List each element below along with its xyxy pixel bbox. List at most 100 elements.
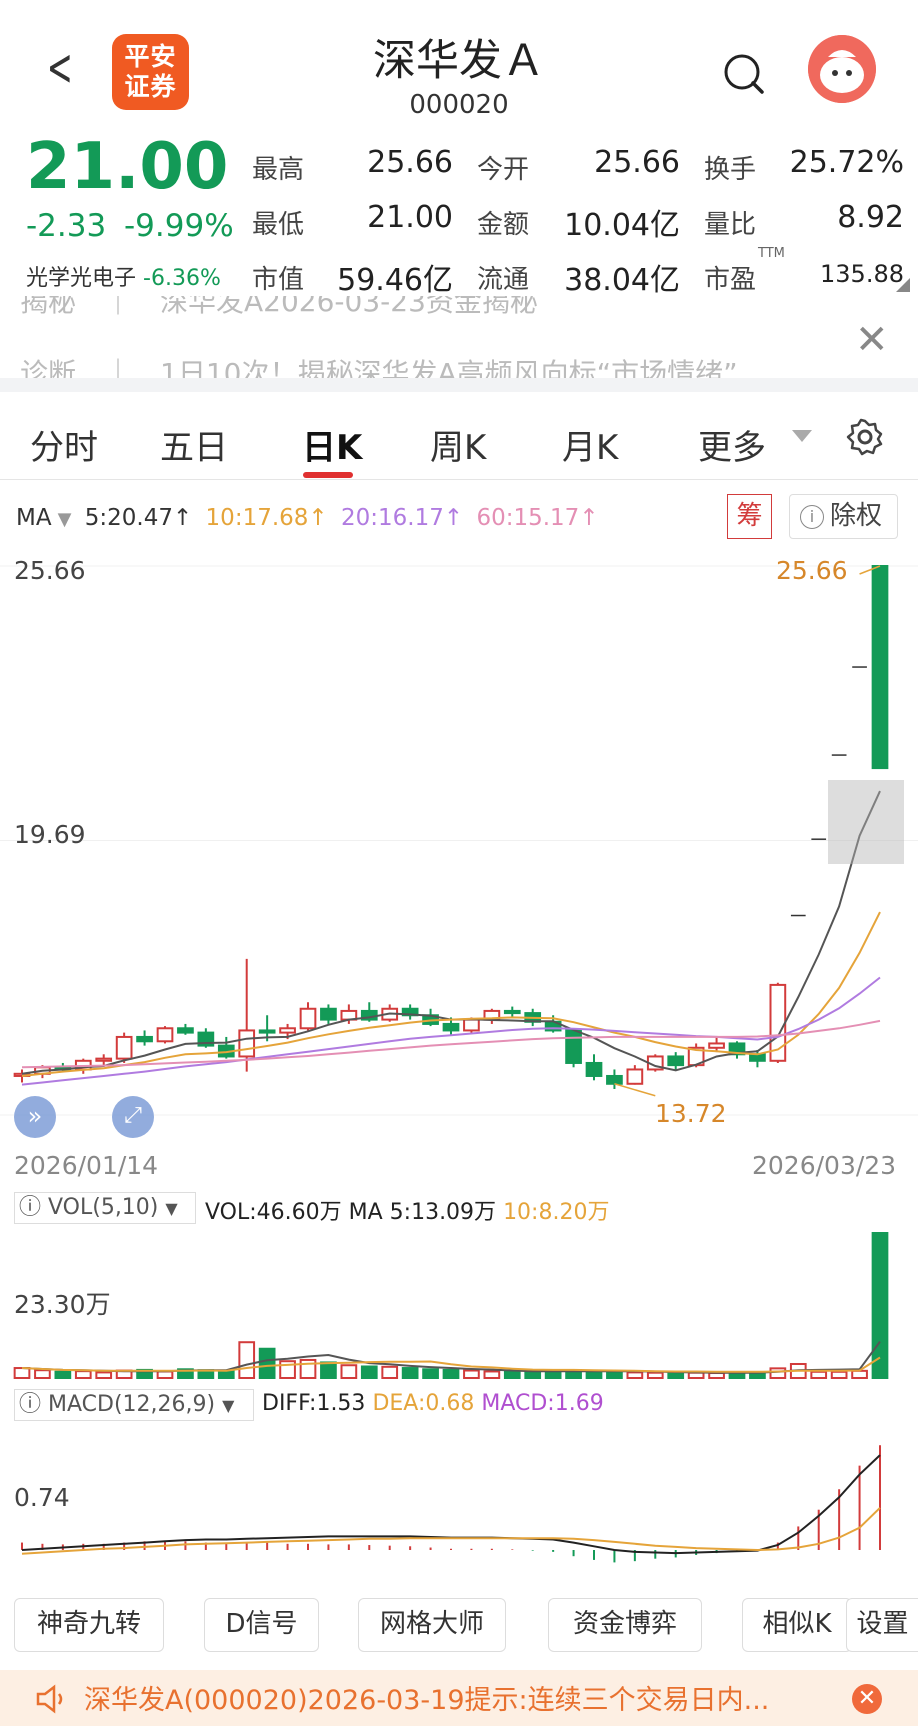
macd-indicator-select[interactable]: ⓘ MACD(12,26,9) ▼: [14, 1389, 254, 1421]
volume-bar: [667, 1372, 685, 1380]
gear-icon[interactable]: [846, 418, 884, 456]
expand-corner-icon[interactable]: [896, 278, 910, 292]
volume-bar: [830, 1370, 848, 1379]
candle-body: [606, 1074, 623, 1085]
ma60-value: 60:15.17↑: [476, 505, 599, 531]
price-change: -2.33: [26, 208, 107, 244]
close-icon[interactable]: ✕: [852, 1684, 882, 1714]
vol-ma10: 10:8.20万: [503, 1200, 610, 1225]
tab-five-day[interactable]: 五日: [160, 420, 228, 469]
app-header: < 平安 证券 深华发Ａ 000020: [0, 0, 918, 128]
macd-value: MACD:1.69: [481, 1391, 604, 1416]
settings-button[interactable]: 设置: [846, 1598, 918, 1652]
volume-bar: [810, 1370, 828, 1379]
volume-bar: [340, 1364, 358, 1380]
high-price-marker: 25.66: [776, 556, 848, 585]
ma-label[interactable]: MA: [16, 505, 52, 531]
section-divider: [0, 378, 918, 392]
info-icon: i: [800, 505, 824, 529]
last-price: 21.00: [26, 130, 229, 204]
grid-master-button[interactable]: 网格大师: [358, 1598, 506, 1652]
candle-body: [871, 565, 889, 770]
quote-value-float: 38.04亿: [564, 263, 680, 298]
ma20-value: 20:16.17↑: [341, 505, 464, 531]
quote-label-amount: 金额: [477, 210, 530, 240]
price-axis-mid: 19.69: [14, 820, 86, 849]
candle-body: [667, 1055, 685, 1067]
volume-bar: [13, 1367, 31, 1379]
chip-button[interactable]: 筹: [727, 494, 772, 539]
volume-bar: [95, 1371, 113, 1380]
stock-code: 000020: [409, 90, 509, 120]
macd-axis-label: 0.74: [14, 1483, 70, 1512]
fullscreen-icon[interactable]: ⤢: [112, 1096, 154, 1138]
macd-layer: [21, 1445, 881, 1563]
chevron-down-icon[interactable]: [792, 430, 812, 444]
d-signal-button[interactable]: D信号: [204, 1598, 319, 1652]
volume-bar: [769, 1367, 787, 1379]
news-row-fund[interactable]: 揭秘 ｜ 深华发A2026-03-23资金揭秘: [20, 296, 538, 320]
quote-value-low: 21.00: [367, 200, 453, 235]
magic-nine-button[interactable]: 神奇九转: [14, 1598, 164, 1652]
tab-daily-k[interactable]: 日K: [302, 420, 362, 469]
fund-game-button[interactable]: 资金博弈: [548, 1598, 702, 1652]
volume-layer: [13, 1232, 889, 1380]
tab-intraday[interactable]: 分时: [30, 420, 98, 469]
candle-body: [299, 1007, 317, 1030]
volume-bar: [606, 1370, 623, 1379]
volume-bar: [34, 1369, 51, 1379]
quote-value-turnover: 25.72%: [789, 145, 904, 180]
volume-bar: [320, 1361, 337, 1380]
candle-body: [320, 1007, 337, 1021]
quote-label-high: 最高: [252, 155, 305, 185]
macd-label: MACD(12,26,9): [48, 1392, 216, 1417]
volume-bar: [483, 1370, 501, 1379]
fast-forward-icon[interactable]: »: [14, 1096, 56, 1138]
volume-bar: [258, 1347, 276, 1380]
ex-rights-button[interactable]: i 除权: [789, 494, 898, 539]
volume-bar: [728, 1372, 746, 1380]
search-icon[interactable]: [722, 52, 766, 96]
sector-info[interactable]: 光学光电子 -6.36%: [26, 260, 221, 292]
volume-bar: [381, 1365, 399, 1379]
dea-line: [21, 1507, 881, 1555]
candle-body: [177, 1027, 194, 1034]
kline-chart[interactable]: [0, 540, 918, 1595]
tab-more[interactable]: 更多: [698, 420, 766, 469]
vol-indicator-select[interactable]: ⓘ VOL(5,10) ▼: [14, 1192, 196, 1224]
candle-body: [565, 1029, 582, 1064]
quote-label-float: 流通: [477, 265, 530, 295]
quote-label-low: 最低: [252, 210, 305, 240]
volume-bar: [54, 1370, 72, 1379]
similar-k-button[interactable]: 相似K: [742, 1598, 852, 1652]
info-icon: ⓘ: [19, 1392, 48, 1417]
quote-value-high: 25.66: [367, 145, 453, 180]
tab-monthly-k[interactable]: 月K: [562, 420, 618, 469]
candle-body: [238, 1029, 256, 1058]
quote-value-pe: 135.88: [820, 260, 904, 288]
assistant-avatar-icon[interactable]: [808, 35, 876, 103]
sector-name: 光学光电子: [26, 266, 137, 291]
ma-lines-layer: [21, 565, 881, 1097]
vol-ma5-line: [21, 1341, 881, 1374]
volume-bar: [74, 1370, 92, 1379]
low-pointer: [614, 1083, 656, 1097]
low-price-marker: 13.72: [655, 1099, 727, 1128]
candle-body: [626, 1068, 644, 1085]
candle-body: [463, 1018, 480, 1032]
vol-value: VOL:46.60万: [205, 1200, 342, 1225]
close-icon[interactable]: ✕: [855, 320, 889, 360]
ma-dropdown-icon[interactable]: ▼: [58, 509, 72, 530]
volume-bar: [360, 1365, 378, 1379]
vol-label: VOL(5,10): [48, 1195, 159, 1220]
volume-bar: [687, 1371, 705, 1380]
volume-bar: [708, 1372, 725, 1380]
volume-bar: [463, 1369, 480, 1379]
dea-value: DEA:0.68: [372, 1391, 475, 1416]
candle-body: [442, 1022, 460, 1032]
news-ticker[interactable]: 揭秘 ｜ 深华发A2026-03-23资金揭秘 诊断 ｜ 1日10次！揭秘深华发…: [0, 296, 918, 378]
warning-bar[interactable]: 深华发A(000020)2026-03-19提示:连续三个交易日内...: [0, 1670, 918, 1726]
news-row-diagnosis[interactable]: 诊断 ｜ 1日10次！揭秘深华发A高频风向标“市场情绪”: [20, 352, 738, 378]
tab-weekly-k[interactable]: 周K: [430, 420, 486, 469]
volume-bar: [871, 1232, 889, 1379]
